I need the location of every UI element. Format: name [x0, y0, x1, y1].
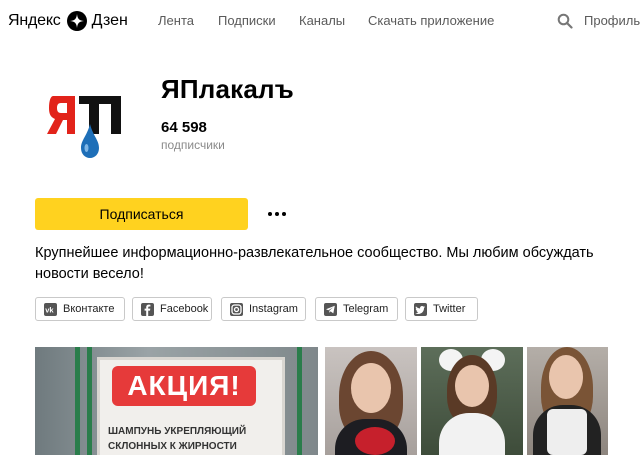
- photo-girl-1: [325, 347, 417, 455]
- social-instagram-label: Instagram: [249, 303, 298, 315]
- photo-girl-3: [527, 347, 608, 455]
- yaplakal-logo: [47, 96, 121, 158]
- social-telegram-button[interactable]: Telegram: [315, 297, 398, 321]
- nav-item-subscriptions[interactable]: Подписки: [218, 13, 276, 28]
- facebook-icon: [141, 302, 154, 316]
- channel-description: Крупнейшее информационно-развлекательное…: [35, 245, 594, 282]
- subscriber-count: 64 598: [161, 119, 207, 136]
- promo-caption: ШАМПУНЬ УКРЕПЛЯЮЩИЙ СКЛОННЫХ К ЖИРНОСТИ: [100, 424, 280, 454]
- shelf-pole: [75, 347, 80, 455]
- promo-sign-text: АКЦИЯ!: [112, 366, 256, 406]
- logo-zen-text: Дзен: [91, 12, 128, 29]
- more-dots-icon[interactable]: [262, 203, 292, 225]
- social-vk-label: Вконтакте: [63, 303, 115, 315]
- promo-caption-line: СКЛОННЫХ К ЖИРНОСТИ: [108, 441, 237, 452]
- roses-shape: [355, 427, 395, 455]
- dot: [275, 212, 279, 216]
- social-vk-button[interactable]: vk Вконтакте: [35, 297, 125, 321]
- photo-girl-2: [421, 347, 523, 455]
- nav-item-feed[interactable]: Лента: [158, 13, 194, 28]
- apron-shape: [547, 409, 587, 455]
- article-card-promo[interactable]: АКЦИЯ! ШАМПУНЬ УКРЕПЛЯЮЩИЙ СКЛОННЫХ К ЖИ…: [35, 347, 318, 455]
- face-shape: [549, 355, 583, 399]
- promo-sign-image: АКЦИЯ! ШАМПУНЬ УКРЕПЛЯЮЩИЙ СКЛОННЫХ К ЖИ…: [97, 357, 285, 455]
- vk-icon: vk: [44, 302, 57, 316]
- top-bar: Яндекс Дзен Лента Подписки Каналы Скачат…: [0, 0, 640, 44]
- nav-item-download-app[interactable]: Скачать приложение: [368, 13, 494, 28]
- dot: [282, 212, 286, 216]
- yandex-zen-logo[interactable]: Яндекс Дзен: [8, 10, 128, 32]
- nav-item-channels[interactable]: Каналы: [299, 13, 345, 28]
- subscriber-label: подписчики: [161, 138, 225, 152]
- card-gap: [318, 347, 325, 455]
- logo-yandex-text: Яндекс: [8, 12, 61, 29]
- social-facebook-button[interactable]: Facebook: [132, 297, 212, 321]
- subscribe-button[interactable]: Подписаться: [35, 198, 248, 230]
- svg-text:vk: vk: [45, 305, 54, 314]
- zen-star-icon: [66, 11, 87, 31]
- social-facebook-label: Facebook: [160, 303, 209, 315]
- shelf-pole: [297, 347, 302, 455]
- social-instagram-button[interactable]: Instagram: [221, 297, 306, 321]
- search-icon[interactable]: [557, 13, 573, 29]
- telegram-icon: [324, 302, 337, 316]
- dot: [268, 212, 272, 216]
- article-card-photos[interactable]: [325, 347, 608, 455]
- promo-caption-line: ШАМПУНЬ УКРЕПЛЯЮЩИЙ: [108, 426, 247, 437]
- social-twitter-label: Twitter: [433, 303, 466, 315]
- channel-title: ЯПлакалъ: [161, 74, 294, 104]
- shelf-pole: [87, 347, 92, 455]
- channel-avatar: [47, 88, 127, 162]
- twitter-icon: [414, 302, 427, 316]
- face-shape: [351, 363, 391, 413]
- body-shape: [439, 413, 505, 455]
- face-shape: [455, 365, 489, 407]
- instagram-icon: [230, 302, 243, 316]
- social-telegram-label: Telegram: [343, 303, 389, 315]
- profile-link[interactable]: Профиль: [584, 13, 640, 28]
- social-twitter-button[interactable]: Twitter: [405, 297, 478, 321]
